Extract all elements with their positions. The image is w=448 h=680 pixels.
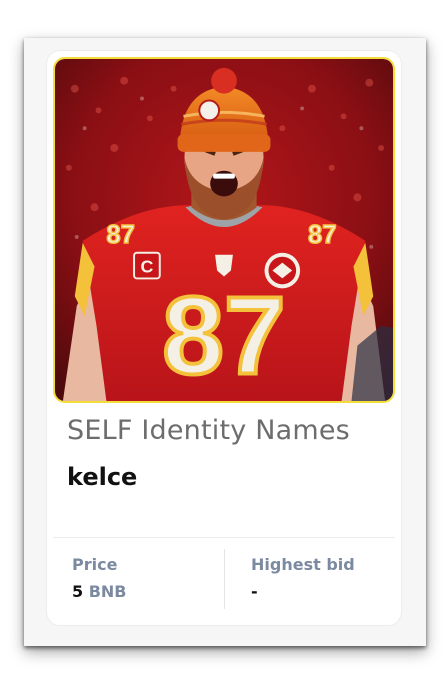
stat-separator (224, 549, 225, 609)
svg-text:87: 87 (308, 221, 337, 249)
svg-text:87: 87 (162, 274, 285, 397)
nft-card[interactable]: 87 87 C 87 SELF Identity Names kelce Pri… (46, 50, 402, 626)
price-label: Price (72, 555, 118, 574)
collection-name: SELF Identity Names (67, 415, 350, 446)
highest-bid-value: - (251, 582, 258, 601)
highest-bid-section: Highest bid - (251, 555, 355, 601)
outer-panel: 87 87 C 87 SELF Identity Names kelce Pri… (24, 38, 426, 646)
price-value: 5 BNB (72, 582, 127, 601)
divider (53, 537, 395, 538)
player-photo: 87 87 C 87 (55, 59, 393, 401)
price-section: Price 5 BNB (72, 555, 127, 601)
highest-bid-label: Highest bid (251, 555, 355, 574)
nft-image[interactable]: 87 87 C 87 (53, 57, 395, 403)
price-currency: BNB (88, 582, 127, 601)
price-amount: 5 (72, 582, 84, 601)
svg-text:87: 87 (106, 221, 135, 249)
svg-text:C: C (140, 257, 153, 277)
item-name[interactable]: kelce (67, 463, 137, 491)
